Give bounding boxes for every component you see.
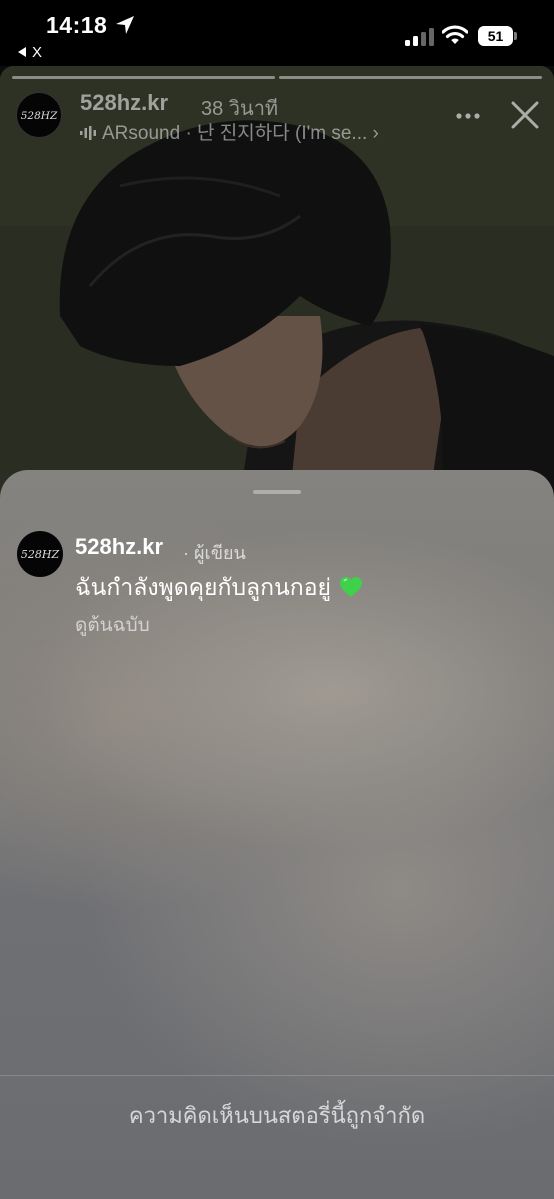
author-badge: · ผู้เขียน [183, 543, 246, 563]
clock: 14:18 [46, 12, 108, 38]
music-track-label: ARsound · 난 진지하다 (I'm se... [102, 123, 368, 144]
story-progress-segment-1 [12, 76, 275, 79]
close-icon[interactable] [510, 100, 540, 130]
comments-sheet[interactable]: 528HZ 528hz.kr · ผู้เขียน ฉันกำลังพูดคุย… [0, 470, 554, 1199]
back-to-app-button[interactable]: X [18, 44, 42, 61]
story-progress-segment-2 [279, 76, 542, 79]
comment-body: ฉันกำลังพูดคุยกับลูกนกอยู่ [75, 574, 331, 600]
more-options-icon[interactable] [455, 112, 481, 120]
green-heart-icon [340, 577, 362, 597]
svg-text:528HZ: 528HZ [21, 548, 60, 561]
comment-text: ฉันกำลังพูดคุยกับลูกนกอยู่ [75, 570, 363, 606]
sheet-grabber[interactable] [253, 490, 301, 494]
story-viewer[interactable]: 528HZ 528hz.kr 38 วินาที ARsound · 난 진지하… [0, 66, 554, 496]
status-bar: 14:18 X 51 [0, 0, 554, 66]
wifi-icon [442, 25, 468, 44]
battery-level: 51 [478, 26, 513, 46]
back-app-label: X [32, 44, 43, 61]
back-triangle-icon [18, 47, 26, 57]
instagram-story-screen: 14:18 X 51 528HZ 528hz.kr 38 วินาที ARso… [0, 0, 554, 1199]
cellular-signal-icon [405, 28, 434, 46]
brand-logo: 528HZ [21, 110, 58, 122]
battery-nub [514, 32, 517, 40]
story-music-link[interactable]: ARsound · 난 진지하다 (I'm se... › [80, 118, 379, 145]
location-arrow-icon [116, 16, 134, 34]
comment-author-avatar[interactable]: 528HZ [17, 531, 63, 577]
chevron-right-icon: › [372, 123, 379, 144]
comments-limited-notice: ความคิดเห็นบนสตอรี่นี้ถูกจำกัด [128, 1103, 426, 1128]
svg-text:528HZ: 528HZ [21, 110, 58, 122]
story-author-avatar[interactable]: 528HZ [16, 92, 62, 138]
battery-indicator: 51 [478, 26, 518, 46]
see-original-link[interactable]: ดูต้นฉบับ [75, 610, 150, 640]
divider [0, 1075, 554, 1076]
brand-logo: 528HZ [21, 548, 60, 561]
comment-author-name[interactable]: 528hz.kr [75, 534, 163, 560]
story-username[interactable]: 528hz.kr [80, 90, 168, 116]
audio-bars-icon [80, 126, 96, 140]
